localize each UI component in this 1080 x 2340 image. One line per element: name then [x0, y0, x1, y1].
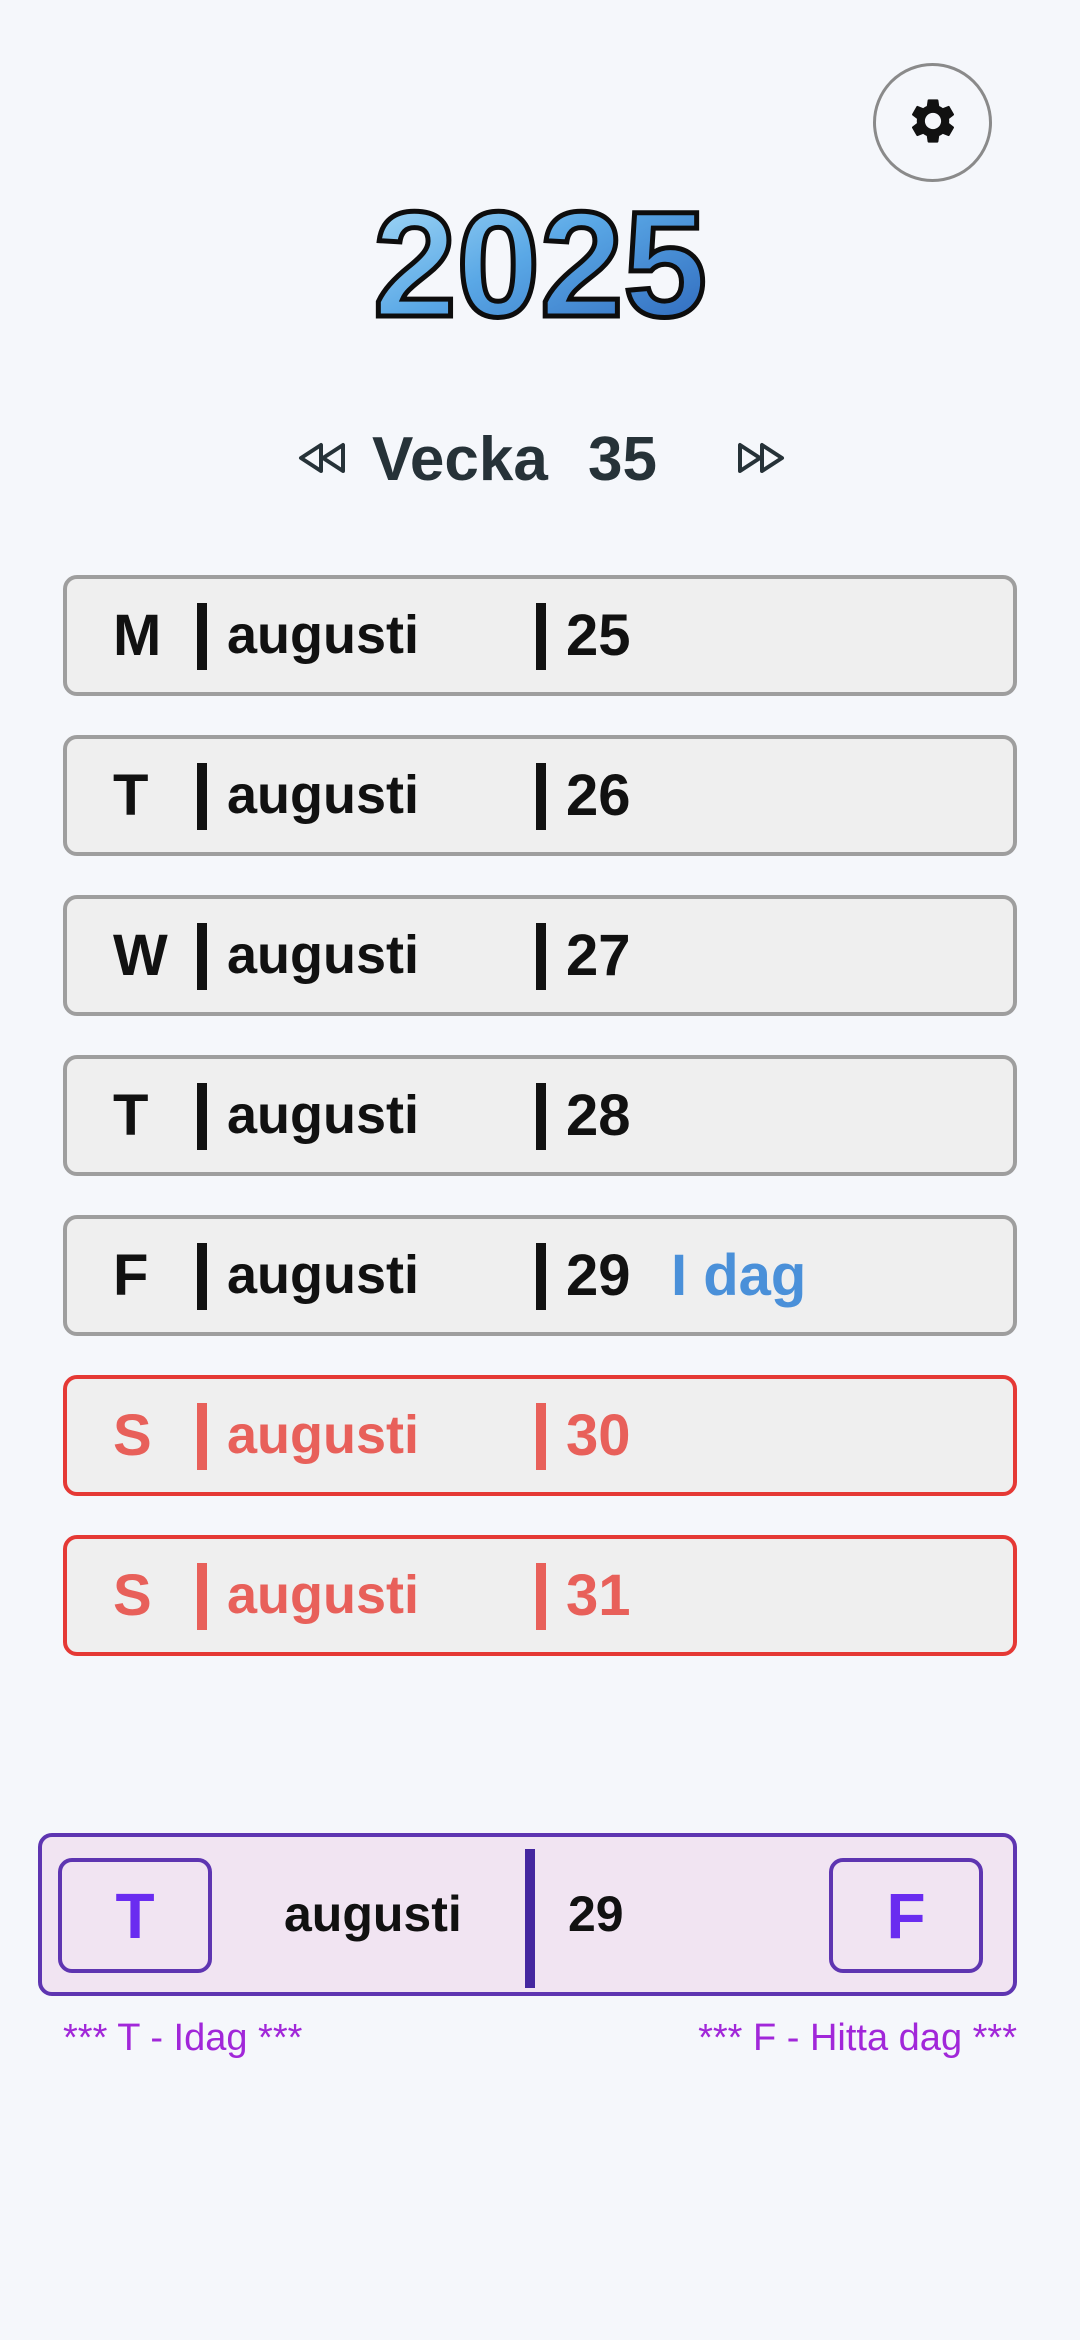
month-name: augusti — [227, 1085, 420, 1145]
finder-divider — [525, 1849, 535, 1988]
day-row-wednesday[interactable]: W augusti 27 — [63, 895, 1017, 1016]
finder-month[interactable]: augusti — [284, 1837, 462, 1992]
weekday-letter: S — [113, 1563, 152, 1628]
divider — [197, 1563, 207, 1630]
gear-icon — [906, 94, 960, 151]
divider — [197, 1403, 207, 1470]
weekday-letter: F — [113, 1243, 149, 1308]
date-finder-bar: T augusti 29 F — [38, 1833, 1017, 1996]
divider — [536, 1083, 546, 1150]
divider — [536, 1563, 546, 1630]
rewind-icon — [297, 441, 347, 480]
today-button[interactable]: T — [58, 1858, 212, 1973]
weekday-letter: W — [113, 923, 168, 988]
divider — [197, 1243, 207, 1310]
divider — [197, 603, 207, 670]
find-day-button[interactable]: F — [829, 1858, 983, 1973]
divider — [536, 1403, 546, 1470]
year-title: 2025 — [0, 178, 1080, 348]
divider — [197, 763, 207, 830]
day-number: 27 — [566, 923, 631, 988]
week-navigation: Vecka 35 — [0, 410, 1080, 510]
today-label: I dag — [671, 1243, 807, 1308]
day-row-monday[interactable]: M augusti 25 — [63, 575, 1017, 696]
divider — [197, 923, 207, 990]
month-name: augusti — [227, 1245, 420, 1305]
next-week-button[interactable] — [731, 440, 791, 480]
day-number: 25 — [566, 603, 631, 668]
month-name: augusti — [227, 1565, 420, 1625]
weekday-letter: T — [113, 763, 149, 828]
month-name: augusti — [227, 925, 420, 985]
year-text: 2025 — [373, 180, 707, 348]
fast-forward-icon — [736, 441, 786, 480]
settings-button[interactable] — [873, 63, 992, 182]
day-number: 28 — [566, 1083, 631, 1148]
day-number: 29 — [566, 1243, 631, 1308]
month-name: augusti — [227, 765, 420, 825]
divider — [536, 923, 546, 990]
day-number: 26 — [566, 763, 631, 828]
find-day-hint: *** F - Hitta dag *** — [698, 2017, 1017, 2059]
divider — [536, 1243, 546, 1310]
divider — [197, 1083, 207, 1150]
weekday-letter: T — [113, 1083, 149, 1148]
weekday-letter: M — [113, 603, 162, 668]
weekday-letter: S — [113, 1403, 152, 1468]
today-hint: *** T - Idag *** — [63, 2017, 303, 2059]
divider — [536, 603, 546, 670]
day-number: 31 — [566, 1563, 631, 1628]
week-number: 35 — [588, 425, 657, 494]
divider — [536, 763, 546, 830]
app-screen: 2025 Vecka 35 M augusti 25 T augusti 26 … — [0, 0, 1080, 2340]
month-name: augusti — [227, 1405, 420, 1465]
finder-day[interactable]: 29 — [568, 1837, 624, 1992]
previous-week-button[interactable] — [292, 440, 352, 480]
day-row-saturday[interactable]: S augusti 30 — [63, 1375, 1017, 1496]
day-row-friday[interactable]: F augusti 29 I dag — [63, 1215, 1017, 1336]
day-row-thursday[interactable]: T augusti 28 — [63, 1055, 1017, 1176]
day-row-sunday[interactable]: S augusti 31 — [63, 1535, 1017, 1656]
month-name: augusti — [227, 605, 420, 665]
day-row-tuesday[interactable]: T augusti 26 — [63, 735, 1017, 856]
week-label: Vecka — [372, 425, 548, 494]
day-number: 30 — [566, 1403, 631, 1468]
